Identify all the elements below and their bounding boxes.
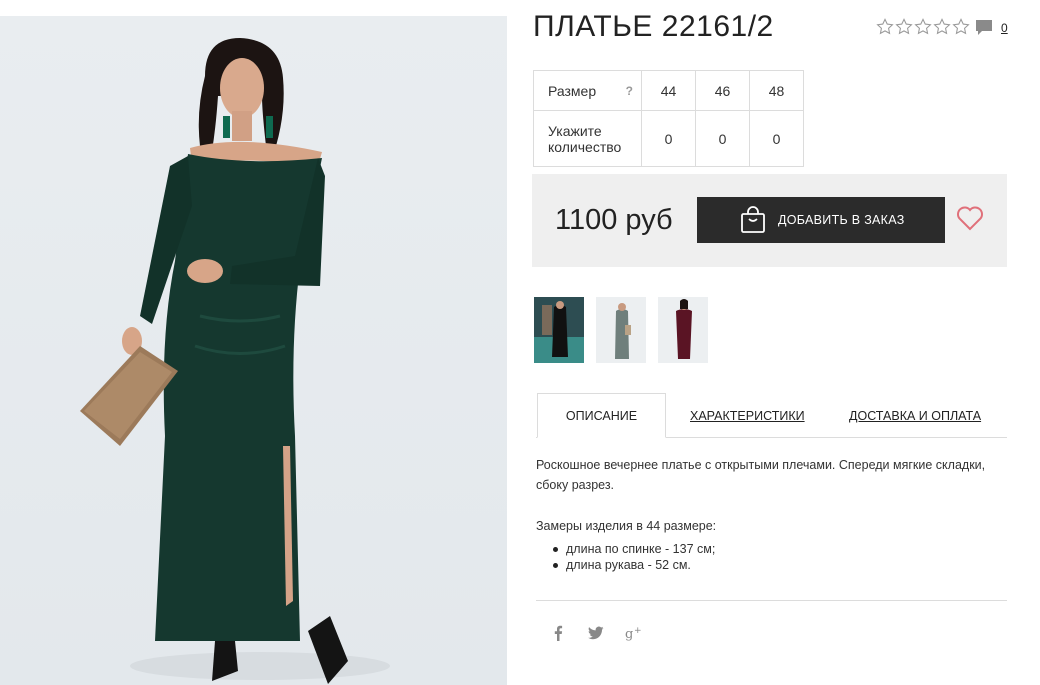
tab-specs[interactable]: ХАРАКТЕРИСТИКИ xyxy=(690,393,805,438)
quantity-label: Укажите количество xyxy=(533,110,642,167)
list-item: длина по спинке - 137 см; xyxy=(553,541,715,557)
product-price: 1100 руб xyxy=(555,204,673,236)
size-48: 48 xyxy=(749,70,804,111)
svg-text:g: g xyxy=(625,627,633,641)
add-to-order-label: ДОБАВИТЬ В ЗАКАЗ xyxy=(778,213,905,227)
divider xyxy=(536,600,1007,601)
quantity-input-46[interactable]: 0 xyxy=(695,110,750,167)
add-to-order-button[interactable]: ДОБАВИТЬ В ЗАКАЗ xyxy=(697,197,945,243)
star-outline-icon[interactable] xyxy=(952,18,970,35)
heart-icon[interactable] xyxy=(956,205,984,231)
size-44: 44 xyxy=(641,70,696,111)
star-outline-icon[interactable] xyxy=(914,18,932,35)
dress-model-illustration xyxy=(80,38,390,684)
thumbnail-2[interactable] xyxy=(596,297,646,363)
twitter-icon[interactable] xyxy=(587,624,605,642)
product-main-photo xyxy=(0,16,507,685)
size-46: 46 xyxy=(695,70,750,111)
quantity-input-44[interactable]: 0 xyxy=(641,110,696,167)
tab-delivery[interactable]: ДОСТАВКА И ОПЛАТА xyxy=(849,393,981,438)
product-title: ПЛАТЬЕ 22161/2 xyxy=(533,10,774,43)
size-label: Размер xyxy=(548,82,597,99)
measurements-list: длина по спинке - 137 см; длина рукава -… xyxy=(553,541,715,573)
thumbnail-strip xyxy=(534,297,708,363)
product-tabs: ОПИСАНИЕ ХАРАКТЕРИСТИКИ ДОСТАВКА И ОПЛАТ… xyxy=(536,393,1007,438)
size-label-cell: Размер ? xyxy=(533,70,642,111)
shopping-bag-icon xyxy=(741,206,765,233)
measurements-title: Замеры изделия в 44 размере: xyxy=(536,519,717,533)
buy-panel: 1100 руб ДОБАВИТЬ В ЗАКАЗ xyxy=(532,174,1007,267)
star-outline-icon[interactable] xyxy=(876,18,894,35)
list-item: длина рукава - 52 см. xyxy=(553,557,715,573)
size-quantity-table: Размер ? 44 46 48 Укажите количество 0 0… xyxy=(533,70,804,167)
comment-icon xyxy=(976,20,992,35)
thumbnail-3[interactable] xyxy=(658,297,708,363)
rating-stars[interactable] xyxy=(876,18,970,35)
svg-text:+: + xyxy=(634,626,642,636)
comments-link[interactable]: 0 xyxy=(975,19,1008,36)
star-outline-icon[interactable] xyxy=(933,18,951,35)
star-outline-icon[interactable] xyxy=(895,18,913,35)
size-help-icon[interactable]: ? xyxy=(626,84,633,98)
comment-count[interactable]: 0 xyxy=(1001,21,1008,35)
thumbnail-1[interactable] xyxy=(534,297,584,363)
product-description: Роскошное вечернее платье с открытыми пл… xyxy=(536,458,986,492)
google-plus-icon[interactable]: g + xyxy=(625,624,643,642)
social-share: g + xyxy=(549,624,643,642)
facebook-icon[interactable] xyxy=(549,624,567,642)
tab-description[interactable]: ОПИСАНИЕ xyxy=(537,393,666,438)
quantity-input-48[interactable]: 0 xyxy=(749,110,804,167)
